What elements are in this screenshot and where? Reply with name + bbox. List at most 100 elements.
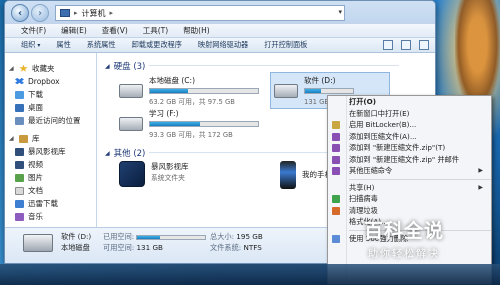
archive-icon: [332, 155, 340, 164]
context-menu-item[interactable]: 扫描病毒: [328, 193, 491, 205]
my-phone-item[interactable]: 我的手机: [280, 161, 332, 189]
taskbar: [0, 264, 500, 285]
uninstall-program-button[interactable]: 卸载或更改程序: [132, 40, 182, 50]
help-icon[interactable]: [419, 40, 429, 50]
context-menu-item[interactable]: 添加到 "新建压缩文件.zip"(T): [328, 142, 491, 154]
context-menu-item-label: 添加到 "新建压缩文件.zip" 并邮件: [349, 154, 460, 164]
nav-desktop[interactable]: 桌面: [5, 101, 96, 114]
address-dropdown-icon[interactable]: ▾: [338, 8, 342, 16]
nav-documents[interactable]: 文档: [5, 184, 96, 197]
breadcrumb-separator: ▸: [74, 9, 78, 17]
system-properties-button[interactable]: 系统属性: [87, 40, 116, 50]
context-menu-item[interactable]: 添加到 "新建压缩文件.zip" 并邮件: [328, 154, 491, 166]
back-button[interactable]: ‹: [11, 4, 29, 22]
context-menu-item[interactable]: 打开(O): [328, 96, 491, 108]
breadcrumb-computer[interactable]: 计算机: [82, 8, 106, 19]
nav-favorites[interactable]: ◢ 收藏夹: [5, 62, 96, 75]
menu-view[interactable]: 查看(V): [102, 25, 128, 36]
computer-icon: [60, 9, 70, 17]
details-free-space: 131 GB: [136, 243, 163, 252]
watermark: 百科全说 助你轻松解决: [334, 208, 474, 268]
context-menu-item-label: 共享(H): [349, 182, 375, 192]
watermark-title: 百科全说: [363, 220, 444, 242]
details-total-size: 195 GB: [236, 232, 263, 241]
title-bar: ‹ › ▸ 计算机 ▸ ▾ 文件(F) 编辑(E) 查看(V) 工具(T) 帮助…: [5, 1, 435, 37]
properties-button[interactable]: 属性: [56, 40, 70, 50]
drive-usage-bar: [149, 88, 259, 94]
open-control-panel-button[interactable]: 打开控制面板: [264, 40, 307, 50]
drive-usage-bar: [149, 121, 259, 127]
hard-drive-icon: [23, 234, 53, 252]
archive-icon: [332, 144, 340, 152]
details-drive-name: 软件 (D:): [61, 232, 92, 241]
star-icon: [19, 64, 28, 72]
virus-scan-icon: [332, 195, 340, 203]
navigation-pane: ◢ 收藏夹 Dropbox 下载 桌面 最近访问的位置 ◢ 库 暴风影视库 视频…: [5, 53, 97, 227]
nav-libraries[interactable]: ◢ 库: [5, 132, 96, 145]
music-icon: [15, 212, 24, 221]
storm-video-library-item[interactable]: 暴风影视库 系统文件夹: [119, 161, 189, 187]
address-bar[interactable]: ▸ 计算机 ▸ ▾: [55, 5, 345, 21]
context-menu-item-label: 扫描病毒: [349, 194, 378, 203]
section-hard-drives[interactable]: ◢ 硬盘 (3): [105, 60, 399, 72]
nav-video-library[interactable]: 暴风影视库: [5, 145, 96, 158]
context-menu-item-label: 启用 BitLocker(B)...: [349, 120, 417, 129]
context-menu-item[interactable]: 启用 BitLocker(B)...: [328, 119, 491, 131]
download-icon: [15, 90, 24, 99]
video-icon: [15, 160, 24, 169]
context-menu-item-label: 添加到压缩文件(A)...: [349, 131, 417, 141]
nav-downloads[interactable]: 下载: [5, 88, 96, 101]
context-menu-item[interactable]: 其他压缩命令 ▶: [328, 165, 491, 177]
archive-icon: [332, 167, 340, 175]
submenu-arrow-icon: ▶: [478, 167, 483, 174]
watermark-subtitle: 助你轻松解决: [368, 249, 440, 260]
desktop-icon: [15, 103, 24, 112]
nav-music[interactable]: 音乐: [5, 210, 96, 223]
menu-help[interactable]: 帮助(H): [183, 25, 210, 36]
submenu-arrow-icon: ▶: [478, 183, 483, 191]
nav-recent[interactable]: 最近访问的位置: [5, 114, 96, 127]
preview-pane-icon[interactable]: [401, 40, 411, 50]
organize-button[interactable]: 组织 ▾: [21, 40, 40, 50]
view-options-icon[interactable]: [383, 40, 393, 50]
hard-drive-icon: [119, 117, 143, 131]
menu-bar: 文件(F) 编辑(E) 查看(V) 工具(T) 帮助(H): [5, 23, 435, 37]
nav-pictures[interactable]: 图片: [5, 171, 96, 184]
context-menu-item[interactable]: 添加到压缩文件(A)...: [328, 131, 491, 143]
menu-file[interactable]: 文件(F): [21, 25, 46, 36]
storm-video-icon: [119, 161, 145, 187]
wallpaper-tree: [455, 0, 500, 110]
hard-drive-icon: [119, 84, 143, 98]
context-menu-item-label: 添加到 "新建压缩文件.zip"(T): [349, 143, 446, 152]
drive-usage-bar: [304, 88, 354, 94]
map-network-drive-button[interactable]: 映射网络驱动器: [198, 40, 248, 50]
archive-icon: [332, 132, 340, 141]
nav-videos[interactable]: 视频: [5, 158, 96, 171]
xunlei-icon: [15, 199, 24, 208]
hard-drive-icon: [274, 84, 298, 98]
video-library-icon: [15, 147, 24, 156]
recent-icon: [15, 116, 24, 125]
breadcrumb-separator: ▸: [109, 9, 114, 17]
nav-xunlei[interactable]: 迅雷下载: [5, 197, 96, 210]
bitlocker-icon: [332, 121, 340, 129]
menu-edit[interactable]: 编辑(E): [61, 25, 87, 36]
command-toolbar: 组织 ▾ 属性 系统属性 卸载或更改程序 映射网络驱动器 打开控制面板: [5, 37, 435, 53]
details-filesystem: NTFS: [243, 243, 262, 252]
details-drive-type: 本地磁盘: [61, 243, 90, 252]
drive-c[interactable]: 本地磁盘 (C:) 63.2 GB 可用，共 97.5 GB: [119, 75, 259, 106]
forward-button[interactable]: ›: [31, 4, 49, 22]
menu-tools[interactable]: 工具(T): [143, 25, 168, 36]
dropbox-icon: [15, 77, 24, 85]
context-menu-item[interactable]: 共享(H) ▶: [328, 182, 491, 194]
context-menu-item-label: 打开(O): [349, 97, 377, 106]
context-menu-item[interactable]: 在新窗口中打开(E): [328, 108, 491, 120]
phone-icon: [280, 161, 296, 189]
library-icon: [19, 134, 28, 143]
section-other[interactable]: ◢ 其他 (2): [105, 147, 399, 159]
picture-icon: [15, 173, 24, 182]
drive-f[interactable]: 学习 (F:) 93.3 GB 可用，共 172 GB: [119, 108, 259, 139]
nav-dropbox[interactable]: Dropbox: [5, 75, 96, 88]
document-icon: [15, 186, 24, 195]
context-menu-item-label: 在新窗口中打开(E): [349, 108, 410, 118]
